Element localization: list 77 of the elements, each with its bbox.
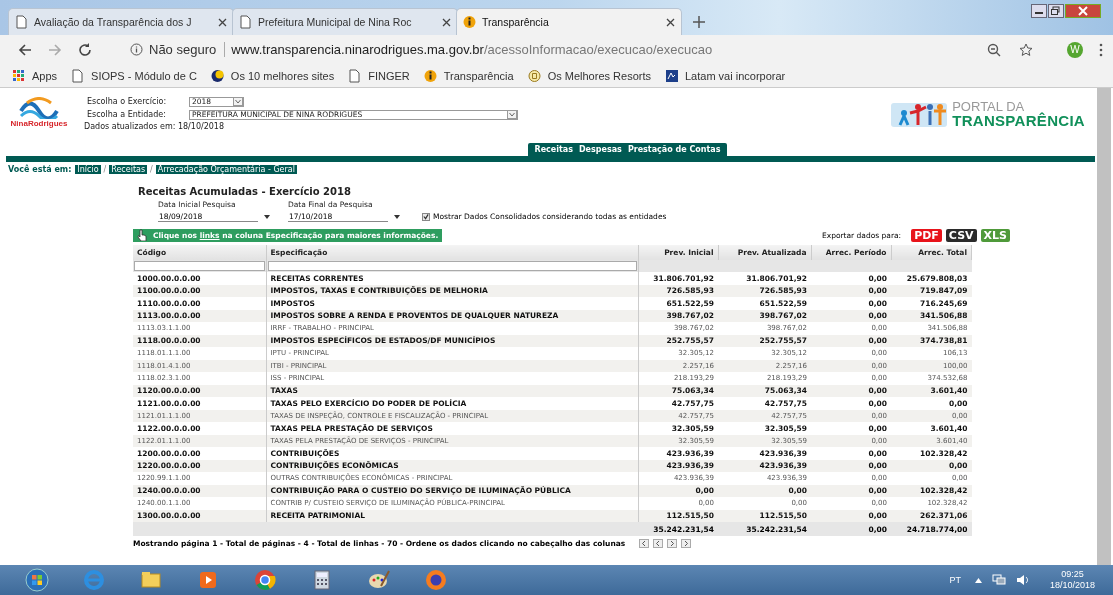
info-circle-icon	[130, 43, 143, 56]
logo-text: NinaRodrigues	[10, 119, 68, 128]
apps-grid-icon	[12, 68, 26, 83]
export-button[interactable]: PDF	[911, 228, 942, 242]
nav-link[interactable]: Despesas	[578, 145, 622, 154]
security-label: Não seguro	[149, 42, 226, 57]
breadcrumb-link[interactable]: Arrecadação Orçamentária - Geral	[155, 165, 297, 174]
breadcrumb-link[interactable]: Receitas	[109, 165, 148, 174]
bookmark[interactable]: Transparência	[423, 68, 514, 83]
field-label: Escolha o Exercício:	[86, 97, 168, 106]
breadcrumb-link[interactable]: Início	[75, 165, 101, 174]
star-icon[interactable]	[1019, 42, 1033, 57]
tab-title: Prefeitura Municipal de Nina Roc	[258, 16, 413, 28]
tab-title: Transparência	[482, 16, 550, 28]
close-icon[interactable]	[442, 17, 451, 27]
bookmark[interactable]: Latam vai incorporar	[664, 68, 786, 83]
clock[interactable]: 09:25 18/10/2018	[1049, 569, 1095, 591]
page-icon	[348, 68, 363, 83]
close-window-icon[interactable]	[1065, 4, 1101, 18]
close-icon[interactable]	[218, 17, 227, 27]
portal-title: TRANSPARÊNCIA	[952, 113, 1085, 128]
badge-icon	[527, 68, 542, 83]
breadcrumb-label: Você está em:	[8, 165, 72, 174]
checkbox[interactable]	[422, 212, 430, 221]
browser-tab[interactable]: Avaliação da Transparência dos J	[8, 8, 234, 35]
field-label: Escolha a Entidade:	[86, 110, 167, 119]
bookmark[interactable]: Os Melhores Resorts	[527, 68, 651, 83]
breadcrumb-separator: /	[149, 165, 154, 174]
reload-icon[interactable]	[78, 42, 92, 57]
square-logo-icon	[664, 68, 679, 83]
breadcrumb-separator: /	[102, 165, 108, 174]
tab-title: Avaliação da Transparência dos J	[34, 16, 193, 28]
pager-left-icon[interactable]	[639, 539, 650, 548]
address-field[interactable]: Não seguro www.transparencia.ninarodrigues.ma.gov.br/acessoInformacao/execucao/execucao	[108, 38, 1043, 61]
pager-right-icon[interactable]	[681, 539, 692, 548]
moon-icon	[210, 68, 225, 83]
dropdown-icon[interactable]	[394, 214, 400, 219]
hand-pointer-icon	[137, 229, 147, 241]
bookmark[interactable]: Apps	[12, 68, 58, 83]
browser-tab[interactable]: Transparência	[456, 8, 682, 35]
portal-title: PORTAL DA	[952, 100, 1025, 113]
restore-icon[interactable]	[1048, 4, 1064, 18]
info-icon	[463, 15, 477, 29]
back-icon[interactable]	[18, 42, 32, 57]
updated-text: Dados atualizados em: 18/10/2018	[84, 122, 226, 131]
waves-drawing	[19, 97, 59, 119]
network-icon[interactable]	[991, 574, 1006, 586]
zoom-icon[interactable]	[987, 42, 1001, 57]
bookmark[interactable]: Os 10 melhores sites	[210, 68, 335, 83]
scrollbar[interactable]	[1097, 88, 1111, 565]
report-title: Receitas Acumuladas - Exercício 2018	[138, 186, 352, 197]
filter-field[interactable]	[134, 261, 265, 271]
nav-link[interactable]: Prestação de Contas	[627, 145, 721, 154]
page-icon	[15, 15, 29, 29]
bookmark[interactable]: FINGER	[348, 68, 410, 83]
speaker-icon[interactable]	[1015, 574, 1030, 586]
dropdown-icon[interactable]	[264, 214, 270, 219]
caret-up-icon[interactable]	[974, 577, 982, 583]
firefox-icon[interactable]	[423, 568, 448, 592]
export-button[interactable]: CSV	[945, 228, 977, 242]
close-icon[interactable]	[666, 17, 675, 27]
checkmark-icon	[423, 213, 429, 220]
minimize-icon[interactable]	[1031, 4, 1047, 18]
pager-right-icon[interactable]	[667, 539, 678, 548]
chrome-icon[interactable]	[252, 568, 277, 592]
pager-left-icon[interactable]	[653, 539, 664, 548]
page-icon	[239, 15, 253, 29]
filter-field[interactable]	[267, 261, 637, 271]
browser-tab[interactable]: Prefeitura Municipal de Nina Roc	[232, 8, 458, 35]
menu-icon[interactable]	[1099, 42, 1103, 57]
nav-link[interactable]: Receitas	[534, 145, 573, 154]
page-icon	[71, 68, 86, 83]
info-icon	[423, 68, 438, 83]
language-indicator[interactable]: PT	[949, 575, 961, 585]
bookmark[interactable]: SIOPS - Módulo de C	[71, 68, 197, 83]
new-tab-icon[interactable]	[692, 15, 706, 29]
url-text: www.transparencia.ninarodrigues.ma.gov.br/acessoInformacao/execucao/execucao	[231, 42, 713, 57]
